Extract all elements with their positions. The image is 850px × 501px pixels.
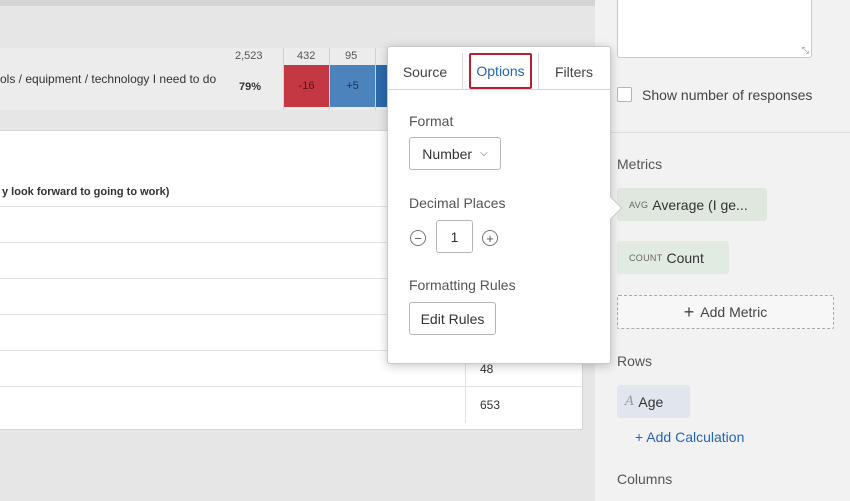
chevron-down-icon: ⌵ xyxy=(480,148,488,159)
popover-tabs: Source Options Filters xyxy=(388,47,610,90)
tab-divider xyxy=(462,53,463,90)
metric-options-popover: Source Options Filters Format Number ⌵ D… xyxy=(387,46,623,364)
minus-icon: − xyxy=(414,230,422,246)
resize-grip-icon[interactable]: ⤡ xyxy=(802,46,809,55)
metric-name: Count xyxy=(666,249,704,266)
metric-tag: AVG xyxy=(629,199,649,210)
edit-rules-label: Edit Rules xyxy=(420,310,485,327)
decimal-places-value: 1 xyxy=(450,228,459,245)
edit-rules-button[interactable]: Edit Rules xyxy=(409,302,496,335)
panel-divider xyxy=(595,132,850,133)
row-pill-label: Age xyxy=(638,393,664,410)
metric-pill-count[interactable]: COUNT Count xyxy=(617,241,729,274)
tab-source[interactable]: Source xyxy=(392,53,458,90)
table-column-header: y look forward to going to work) xyxy=(2,186,170,198)
decrement-button[interactable]: − xyxy=(410,230,426,246)
formatting-rules-label: Formatting Rules xyxy=(409,277,516,293)
metrics-section-label: Metrics xyxy=(617,156,663,172)
plus-icon: + xyxy=(683,302,695,322)
heatmap-cell-value: -16 xyxy=(298,80,315,92)
rows-section-label: Rows xyxy=(617,353,653,369)
widget-settings-panel: ⤡ Show number of responses Metrics AVG A… xyxy=(595,0,850,501)
show-responses-label: Show number of responses xyxy=(642,87,813,103)
metric-pill-average[interactable]: AVG Average (I ge... xyxy=(617,188,767,221)
add-metric-label: Add Metric xyxy=(700,304,768,320)
description-textarea[interactable]: ⤡ xyxy=(617,0,812,58)
heatmap-count: 2,523 xyxy=(235,50,263,62)
decimal-places-label: Decimal Places xyxy=(409,195,506,211)
show-responses-checkbox[interactable] xyxy=(617,87,632,102)
tab-options[interactable]: Options xyxy=(469,53,532,89)
text-type-icon: A xyxy=(625,394,635,409)
format-dropdown[interactable]: Number ⌵ xyxy=(409,137,501,170)
format-value: Number xyxy=(422,145,473,162)
heatmap-count: 432 xyxy=(297,50,316,62)
heatmap-percent: 79% xyxy=(239,81,262,93)
heatmap-gridline xyxy=(375,48,376,110)
add-calculation-link[interactable]: + Add Calculation xyxy=(635,429,744,445)
heatmap-cell-positive: +5 xyxy=(330,65,375,107)
tab-label: Options xyxy=(476,63,525,79)
table-cell: 653 xyxy=(465,387,582,423)
tab-divider xyxy=(538,53,539,90)
top-scroll-strip xyxy=(0,0,595,6)
heatmap-row-label: ols / equipment / technology I need to d… xyxy=(0,72,217,86)
heatmap-gridline xyxy=(329,48,330,110)
heatmap-cell-negative: -16 xyxy=(284,65,329,107)
plus-icon: + xyxy=(486,230,494,246)
increment-button[interactable]: + xyxy=(482,230,498,246)
tab-label: Source xyxy=(402,63,448,80)
decimal-places-input[interactable]: 1 xyxy=(436,220,473,253)
row-pill-age[interactable]: A Age xyxy=(617,385,690,418)
format-label: Format xyxy=(409,113,454,129)
heatmap-gridline xyxy=(283,48,284,110)
metric-tag: COUNT xyxy=(629,252,663,263)
table-row: 653 xyxy=(0,386,582,423)
tab-filters[interactable]: Filters xyxy=(540,53,608,90)
heatmap-cell-value: +5 xyxy=(346,80,359,92)
columns-section-label: Columns xyxy=(617,471,673,487)
heatmap-count: 95 xyxy=(345,50,358,62)
metric-name: Average (I ge... xyxy=(652,196,748,213)
add-metric-button[interactable]: + Add Metric xyxy=(617,295,834,329)
tab-label: Filters xyxy=(554,63,594,80)
